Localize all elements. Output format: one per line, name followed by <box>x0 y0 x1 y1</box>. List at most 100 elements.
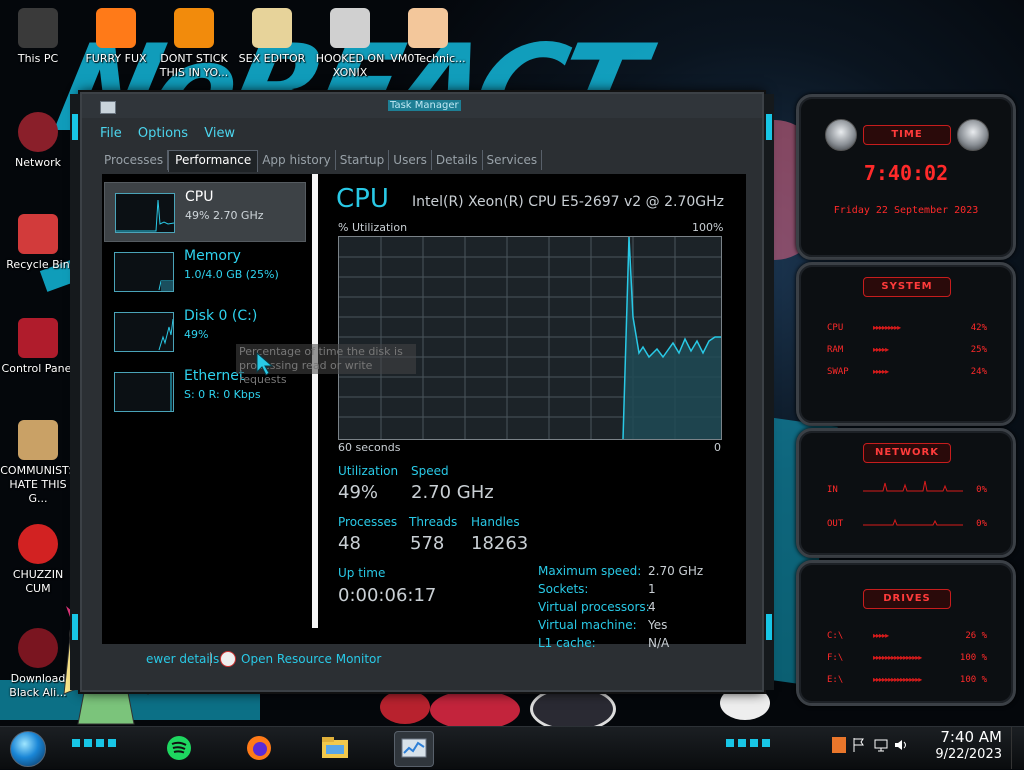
window-frame-left <box>70 94 80 690</box>
tab-processes[interactable]: Processes <box>100 150 169 170</box>
spec-value: 4 <box>648 600 656 614</box>
menu-options[interactable]: Options <box>138 126 188 141</box>
desktop-icon-label: Recycle Bin <box>6 258 70 271</box>
spec-key: Maximum speed: <box>538 564 642 578</box>
window-title: Task Manager <box>388 100 461 111</box>
drive-row-value: 100 % <box>959 675 987 685</box>
desktop-icon[interactable]: COMMUNISTS HATE THIS G... <box>0 420 76 506</box>
widget-header: DRIVES <box>863 589 951 609</box>
desktop-icon[interactable]: FURRY FUX <box>78 8 154 66</box>
drive-row-value: 100 % <box>959 653 987 663</box>
sidebar-item-memory[interactable]: Memory 1.0/4.0 GB (25%) <box>104 242 304 300</box>
hxd-editor-icon <box>252 8 292 48</box>
resource-monitor-icon <box>220 651 236 667</box>
ethernet-mini-graph <box>114 372 174 412</box>
widget-date: Friday 22 September 2023 <box>833 205 979 216</box>
network-row-value: 0% <box>976 519 987 529</box>
network-row-label: IN <box>827 485 838 495</box>
cpu-model-name: Intel(R) Xeon(R) CPU E5-2697 v2 @ 2.70GH… <box>412 194 724 210</box>
desktop-icon[interactable]: Control Panel <box>0 318 76 376</box>
tab-details[interactable]: Details <box>432 150 483 170</box>
system-row-value: 25% <box>970 345 987 355</box>
taskbar-firefox[interactable] <box>240 731 278 765</box>
sidebar-item-label: Memory <box>184 248 241 264</box>
sidebar-item-cpu[interactable]: CPU 49% 2.70 GHz <box>104 182 306 242</box>
taskbar-clock[interactable]: 7:40 AM 9/22/2023 <box>935 729 1002 763</box>
taskbar-accent <box>72 739 116 747</box>
title-bar[interactable]: Task Manager <box>82 94 762 118</box>
menu-file[interactable]: File <box>100 126 122 141</box>
desktop-icon-label: FURRY FUX <box>85 52 147 65</box>
drive-row-label: C:\ <box>827 631 844 641</box>
desktop-icon-label: SEX EDITOR <box>238 52 306 65</box>
desktop-icon[interactable]: SEX EDITOR <box>234 8 310 66</box>
tab-services[interactable]: Services <box>483 150 543 170</box>
cpu-utilization-graph <box>338 236 722 440</box>
speed-value: 2.70 GHz <box>411 482 494 503</box>
widget-header: NETWORK <box>863 443 951 463</box>
cpu-heading: CPU <box>336 184 389 214</box>
tab-performance[interactable]: Performance <box>168 150 259 172</box>
spotify-icon <box>167 736 191 760</box>
graph-y-label: % Utilization <box>338 221 408 234</box>
alien-download-icon <box>18 628 58 668</box>
network-in-sparkline <box>863 480 963 492</box>
tab-app-history[interactable]: App history <box>258 150 336 170</box>
fewer-details-link[interactable]: ewer details <box>146 652 219 666</box>
show-desktop-button[interactable] <box>1011 727 1024 769</box>
desktop-icon[interactable]: CHUZZIN CUM <box>0 524 76 596</box>
vlc-cone-icon <box>174 8 214 48</box>
window-footer: ewer details Open Resource Monitor <box>102 650 742 674</box>
handles-value: 18263 <box>471 533 529 554</box>
flag-icon[interactable] <box>852 737 866 753</box>
system-row-bar: ▸▸▸▸▸▸▸▸▸ <box>873 323 901 332</box>
window-frame-right <box>764 94 774 690</box>
spec-value: N/A <box>648 636 670 650</box>
tray-app-icon[interactable] <box>832 737 846 753</box>
desktop-icon[interactable]: This PC <box>0 8 76 66</box>
tab-users[interactable]: Users <box>389 150 432 170</box>
network-tray-icon[interactable] <box>874 737 888 753</box>
desktop-icon[interactable]: VM0Technic... <box>390 8 466 66</box>
menu-bar: File Options View <box>100 126 247 141</box>
drive-row-bar: ▸▸▸▸▸ <box>873 631 889 640</box>
frame-accent <box>72 114 78 140</box>
task-manager-icon <box>401 738 427 758</box>
footer-divider <box>210 652 211 666</box>
sidebar-item-value: 49% <box>184 328 209 341</box>
alien-logo-icon <box>825 119 857 151</box>
system-row-bar: ▸▸▸▸▸ <box>873 367 889 376</box>
start-button[interactable] <box>10 731 46 767</box>
uptime-value: 0:00:06:17 <box>338 585 437 606</box>
pane-splitter[interactable] <box>312 174 318 628</box>
handles-label: Handles <box>471 515 520 529</box>
taskbar-file-explorer[interactable] <box>316 731 354 765</box>
frame-accent <box>766 614 772 640</box>
open-resource-monitor-link[interactable]: Open Resource Monitor <box>241 652 381 666</box>
chuzzle-icon <box>18 524 58 564</box>
taskbar-spotify[interactable] <box>160 731 198 765</box>
desktop-icon[interactable]: HOOKED ON XONIX <box>312 8 388 80</box>
firefox-icon <box>247 736 271 760</box>
speaker-icon[interactable] <box>894 737 908 753</box>
graph-x-zero: 0 <box>714 441 721 454</box>
desktop-icon[interactable]: DONT STICK THIS IN YO... <box>156 8 232 80</box>
desktop-icon[interactable]: Recycle Bin <box>0 214 76 272</box>
tab-startup[interactable]: Startup <box>336 150 390 170</box>
desktop-icon-label: This PC <box>17 52 59 65</box>
menu-view[interactable]: View <box>204 126 235 141</box>
sidebar-item-label: CPU <box>185 189 214 205</box>
memory-mini-graph <box>114 252 174 292</box>
spec-key: Sockets: <box>538 582 589 596</box>
task-manager-icon <box>100 101 116 114</box>
taskbar-task-manager[interactable] <box>394 731 434 767</box>
system-row-label: SWAP <box>827 367 849 377</box>
task-manager-window[interactable]: Task Manager File Options View Processes… <box>70 92 774 692</box>
doctor-avatar-icon <box>408 8 448 48</box>
cpu-graph-svg <box>339 236 721 440</box>
sidebar-item-value: 49% 2.70 GHz <box>185 209 264 222</box>
desktop-icon[interactable]: Network <box>0 112 76 170</box>
spec-key: Virtual machine: <box>538 618 637 632</box>
uptime-label: Up time <box>338 566 386 580</box>
time-widget: TIME 7:40:02 Friday 22 September 2023 <box>796 94 1016 260</box>
